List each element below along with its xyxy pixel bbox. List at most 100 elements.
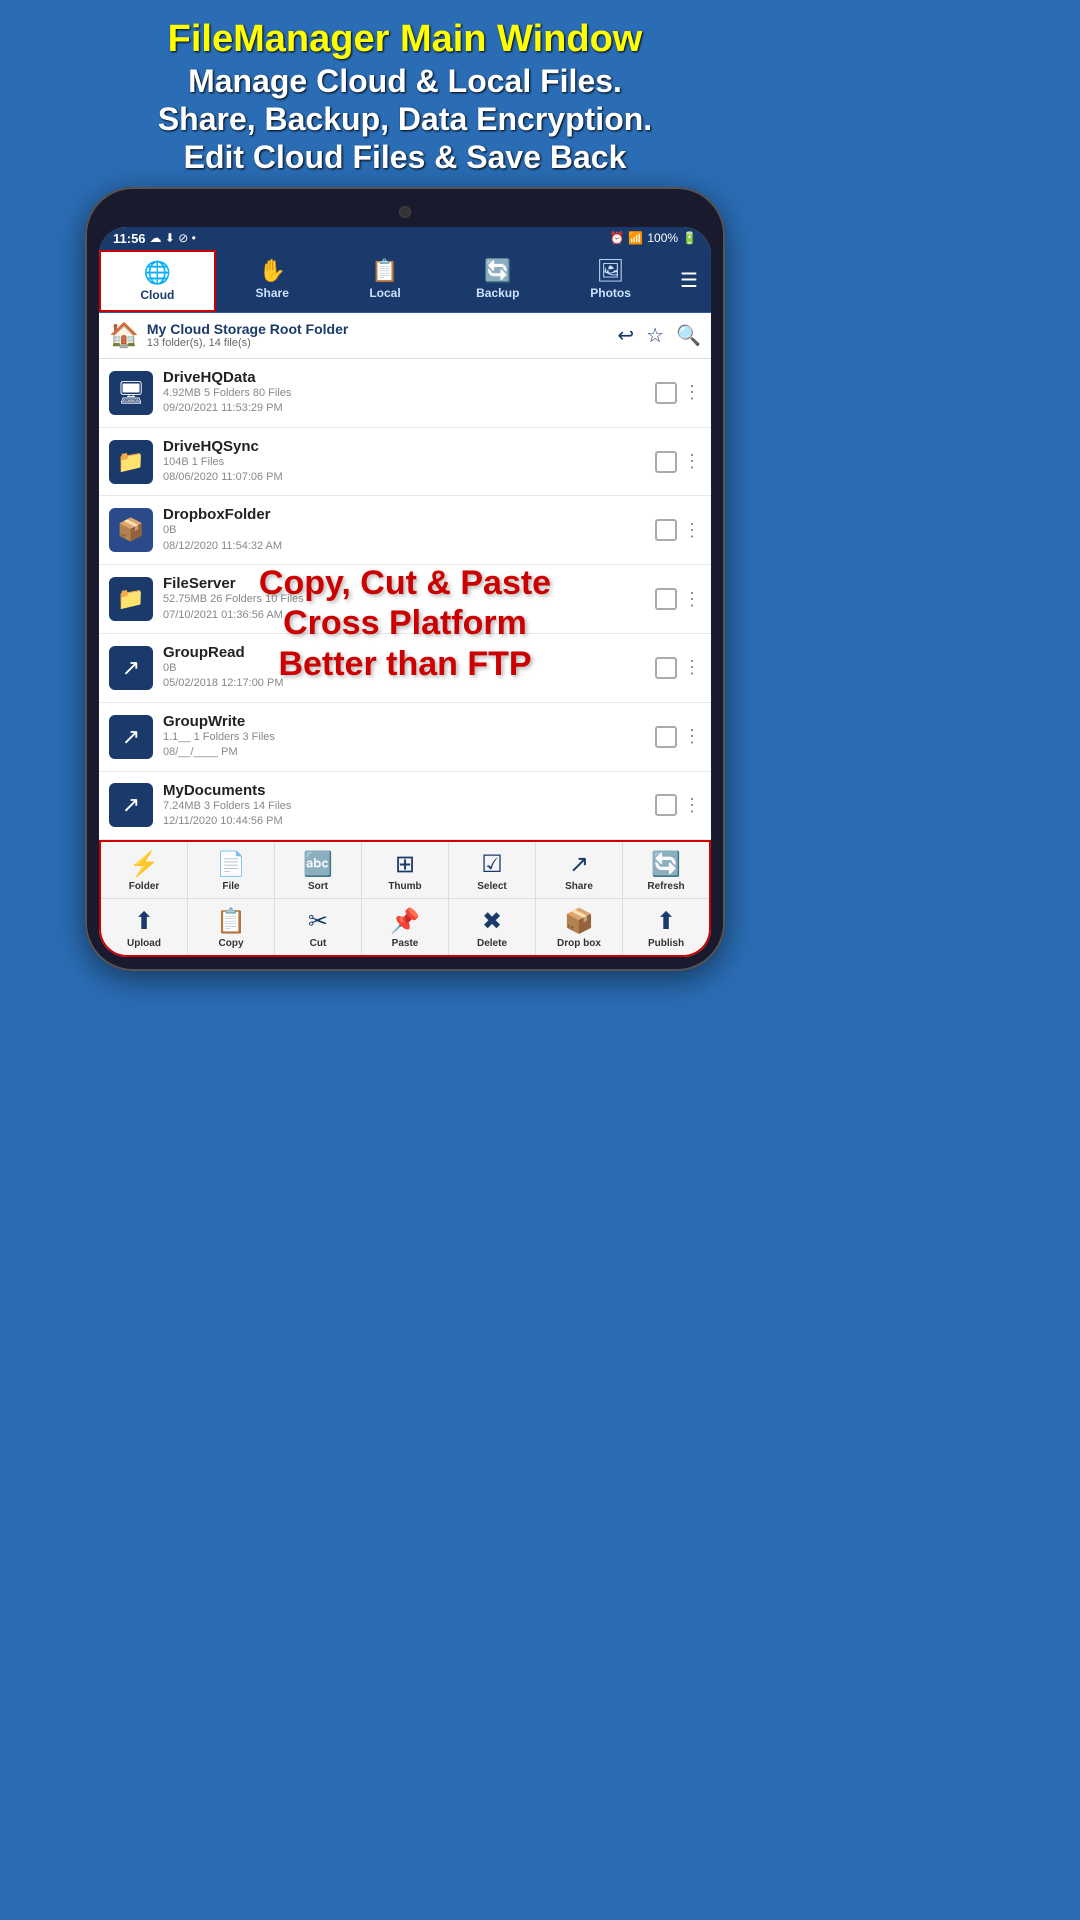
status-icons: ☁ ⬇ ⊘ • bbox=[150, 231, 196, 245]
list-item[interactable]: 🖥 DriveHQData 4.92MB 5 Folders 80 Files … bbox=[99, 359, 711, 428]
tab-backup-label: Backup bbox=[476, 286, 519, 300]
back-icon[interactable]: ↩ bbox=[617, 323, 634, 348]
refresh-button[interactable]: 🔄 Refresh bbox=[623, 842, 709, 898]
folder-count: 13 folder(s), 14 file(s) bbox=[147, 337, 610, 349]
status-right: ⏰ 📶 100% 🔋 bbox=[609, 231, 697, 245]
file-checkbox[interactable] bbox=[655, 451, 677, 473]
file-actions: ⋮ bbox=[655, 382, 701, 404]
cloud-icon: 🌐 bbox=[144, 260, 171, 286]
file-actions: ⋮ bbox=[655, 588, 701, 610]
file-meta: 104B 1 Files 08/06/2020 11:07:06 PM bbox=[163, 455, 645, 486]
file-icon-drivehqsync: 📁 bbox=[109, 440, 153, 484]
sort-button[interactable]: 🔤 Sort bbox=[275, 842, 362, 898]
folder-button-label: Folder bbox=[129, 881, 160, 892]
list-item[interactable]: 📁 DriveHQSync 104B 1 Files 08/06/2020 11… bbox=[99, 428, 711, 497]
publish-button[interactable]: ⬆ Publish bbox=[623, 899, 709, 955]
paste-button-label: Paste bbox=[392, 938, 419, 949]
folder-header-info: My Cloud Storage Root Folder 13 folder(s… bbox=[147, 321, 610, 349]
publish-icon: ⬆ bbox=[656, 907, 676, 936]
more-options-icon[interactable]: ⋮ bbox=[683, 589, 701, 610]
copy-button[interactable]: 📋 Copy bbox=[188, 899, 275, 955]
file-name: MyDocuments bbox=[163, 782, 645, 799]
search-icon[interactable]: 🔍 bbox=[676, 323, 701, 348]
tab-cloud[interactable]: 🌐 Cloud bbox=[99, 250, 216, 312]
select-button-label: Select bbox=[477, 881, 506, 892]
select-icon: ☑ bbox=[481, 850, 503, 879]
file-checkbox[interactable] bbox=[655, 657, 677, 679]
tab-backup[interactable]: 🔄 Backup bbox=[441, 250, 554, 312]
sort-button-label: Sort bbox=[308, 881, 328, 892]
copy-icon: 📋 bbox=[216, 907, 246, 936]
file-info: GroupRead 0B 05/02/2018 12:17:00 PM bbox=[163, 644, 645, 692]
list-item[interactable]: ↗ GroupRead 0B 05/02/2018 12:17:00 PM ⋮ bbox=[99, 634, 711, 703]
more-options-icon[interactable]: ⋮ bbox=[683, 382, 701, 403]
local-icon: 📋 bbox=[371, 258, 398, 284]
more-options-icon[interactable]: ⋮ bbox=[683, 520, 701, 541]
nav-tabs: 🌐 Cloud ✋ Share 📋 Local 🔄 Backup 🖼 Photo… bbox=[99, 250, 711, 313]
header-subtitle2: Share, Backup, Data Encryption. bbox=[20, 100, 790, 138]
file-actions: ⋮ bbox=[655, 451, 701, 473]
list-item[interactable]: 📦 DropboxFolder 0B 08/12/2020 11:54:32 A… bbox=[99, 496, 711, 565]
file-actions: ⋮ bbox=[655, 794, 701, 816]
file-checkbox[interactable] bbox=[655, 382, 677, 404]
publish-button-label: Publish bbox=[648, 938, 684, 949]
header-title: FileManager Main Window bbox=[20, 18, 790, 62]
file-icon-mydocuments: ↗ bbox=[109, 783, 153, 827]
upload-icon: ⬆ bbox=[134, 907, 154, 936]
backup-icon: 🔄 bbox=[484, 258, 511, 284]
file-checkbox[interactable] bbox=[655, 794, 677, 816]
share-button[interactable]: ↗ Share bbox=[536, 842, 623, 898]
file-actions: ⋮ bbox=[655, 726, 701, 748]
file-info: DropboxFolder 0B 08/12/2020 11:54:32 AM bbox=[163, 506, 645, 554]
folder-button[interactable]: ⚡ Folder bbox=[101, 842, 188, 898]
more-options-icon[interactable]: ⋮ bbox=[683, 657, 701, 678]
cut-button-label: Cut bbox=[310, 938, 327, 949]
more-options-icon[interactable]: ⋮ bbox=[683, 795, 701, 816]
tab-local[interactable]: 📋 Local bbox=[329, 250, 442, 312]
tab-local-label: Local bbox=[369, 286, 400, 300]
file-button[interactable]: 📄 File bbox=[188, 842, 275, 898]
file-checkbox[interactable] bbox=[655, 519, 677, 541]
file-info: GroupWrite 1.1__ 1 Folders 3 Files 08/__… bbox=[163, 713, 645, 761]
select-button[interactable]: ☑ Select bbox=[449, 842, 536, 898]
cut-icon: ✂ bbox=[308, 907, 328, 936]
battery-text: 100% bbox=[647, 231, 678, 245]
file-list-container: 🖥 DriveHQData 4.92MB 5 Folders 80 Files … bbox=[99, 359, 711, 840]
file-meta: 1.1__ 1 Folders 3 Files 08/__/____ PM bbox=[163, 730, 645, 761]
tab-cloud-label: Cloud bbox=[140, 288, 174, 302]
file-icon-fileserver: 📁 bbox=[109, 577, 153, 621]
phone-notch bbox=[375, 205, 435, 219]
bottom-toolbar: ⚡ Folder 📄 File 🔤 Sort ⊞ Thumb ☑ Sel bbox=[99, 840, 711, 957]
cut-button[interactable]: ✂ Cut bbox=[275, 899, 362, 955]
file-name: DropboxFolder bbox=[163, 506, 645, 523]
file-meta: 0B 05/02/2018 12:17:00 PM bbox=[163, 661, 645, 692]
file-checkbox[interactable] bbox=[655, 726, 677, 748]
list-item[interactable]: 📁 FileServer 52.75MB 26 Folders 10 Files… bbox=[99, 565, 711, 634]
tab-photos[interactable]: 🖼 Photos bbox=[554, 250, 667, 312]
dropbox-button[interactable]: 📦 Drop box bbox=[536, 899, 623, 955]
list-item[interactable]: ↗ MyDocuments 7.24MB 3 Folders 14 Files … bbox=[99, 772, 711, 841]
paste-button[interactable]: 📌 Paste bbox=[362, 899, 449, 955]
file-checkbox[interactable] bbox=[655, 588, 677, 610]
tab-share[interactable]: ✋ Share bbox=[216, 250, 329, 312]
list-item[interactable]: ↗ GroupWrite 1.1__ 1 Folders 3 Files 08/… bbox=[99, 703, 711, 772]
upload-button[interactable]: ⬆ Upload bbox=[101, 899, 188, 955]
file-actions: ⋮ bbox=[655, 519, 701, 541]
file-info: FileServer 52.75MB 26 Folders 10 Files 0… bbox=[163, 575, 645, 623]
delete-button[interactable]: ✖ Delete bbox=[449, 899, 536, 955]
folder-name: My Cloud Storage Root Folder bbox=[147, 321, 610, 337]
folder-header-actions: ↩ ☆ 🔍 bbox=[617, 323, 701, 348]
header-section: FileManager Main Window Manage Cloud & L… bbox=[0, 0, 810, 187]
more-options-icon[interactable]: ⋮ bbox=[683, 726, 701, 747]
share-button-label: Share bbox=[565, 881, 593, 892]
menu-button[interactable]: ☰ bbox=[667, 250, 711, 312]
folder-icon: 📁 bbox=[117, 586, 144, 612]
phone-frame: 11:56 ☁ ⬇ ⊘ • ⏰ 📶 100% 🔋 🌐 Cloud ✋ Share… bbox=[85, 187, 725, 971]
more-options-icon[interactable]: ⋮ bbox=[683, 451, 701, 472]
folder-header: 🏠 My Cloud Storage Root Folder 13 folder… bbox=[99, 313, 711, 359]
share-icon: ↗ bbox=[122, 724, 140, 750]
star-icon[interactable]: ☆ bbox=[646, 323, 664, 348]
sort-icon: 🔤 bbox=[303, 850, 333, 879]
thumb-button[interactable]: ⊞ Thumb bbox=[362, 842, 449, 898]
phone-camera bbox=[399, 206, 411, 218]
